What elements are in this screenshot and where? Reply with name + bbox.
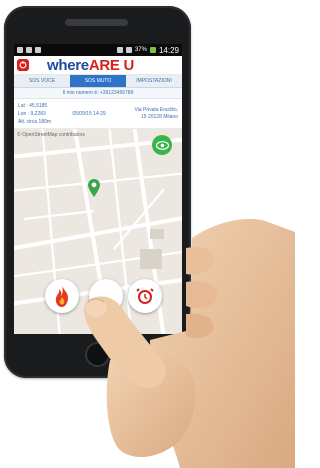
app-logo-icon bbox=[17, 59, 29, 71]
map-pin-icon[interactable] bbox=[88, 179, 100, 202]
phone-speaker bbox=[65, 19, 128, 26]
home-button[interactable] bbox=[85, 342, 110, 367]
address-line2: 15 20128 Milano bbox=[141, 113, 178, 120]
image-icon bbox=[26, 47, 32, 53]
phone-device: 37% 14:29 whereARE U SOS VOCE SOS MUTO I… bbox=[4, 6, 191, 378]
tab-sos-voce[interactable]: SOS VOCE bbox=[14, 75, 70, 87]
altitude: Alt. circa 180m bbox=[18, 118, 52, 125]
battery-percent: 37% bbox=[134, 47, 147, 53]
fire-button[interactable] bbox=[45, 279, 79, 313]
phone-screen: 37% 14:29 whereARE U SOS VOCE SOS MUTO I… bbox=[14, 44, 182, 334]
sos-button[interactable] bbox=[89, 279, 123, 313]
alarm-icon bbox=[136, 288, 154, 304]
longitude: Lon : 9,2283 bbox=[18, 110, 46, 117]
tab-sos-muto[interactable]: SOS MUTO bbox=[70, 75, 126, 87]
app-title: whereARE U bbox=[47, 57, 134, 74]
clock: 14:29 bbox=[158, 45, 179, 55]
timestamp: 05/09/15 14:29 bbox=[72, 110, 106, 117]
signal-icon bbox=[125, 47, 132, 53]
tab-bar: SOS VOCE SOS MUTO IMPOSTAZIONI bbox=[14, 75, 182, 88]
alarm-button[interactable] bbox=[128, 279, 162, 313]
sd-card-icon bbox=[35, 47, 41, 53]
fire-icon bbox=[55, 285, 68, 307]
location-info: Lat : 45,5185 Lon : 9,2283 Alt. circa 18… bbox=[14, 99, 182, 129]
battery-icon bbox=[149, 47, 156, 53]
notification-icon bbox=[17, 47, 23, 53]
my-number: Il mio numero è: +39123456789 bbox=[14, 88, 182, 99]
app-title-part1: where bbox=[47, 56, 89, 74]
address-line1: Via Privata Eraclito, bbox=[134, 106, 178, 113]
status-bar: 37% 14:29 bbox=[14, 44, 182, 56]
latitude: Lat : 45,5185 bbox=[18, 102, 48, 109]
app-title-part2: ARE U bbox=[88, 56, 135, 74]
map-view[interactable]: © OpenStreetMap contributors bbox=[14, 129, 182, 334]
vibrate-icon bbox=[116, 47, 123, 53]
osm-credit: © OpenStreetMap contributors bbox=[17, 132, 85, 138]
app-header: whereARE U bbox=[14, 56, 182, 75]
eye-icon[interactable] bbox=[152, 135, 172, 155]
tab-impostazioni[interactable]: IMPOSTAZIONI bbox=[126, 75, 182, 87]
